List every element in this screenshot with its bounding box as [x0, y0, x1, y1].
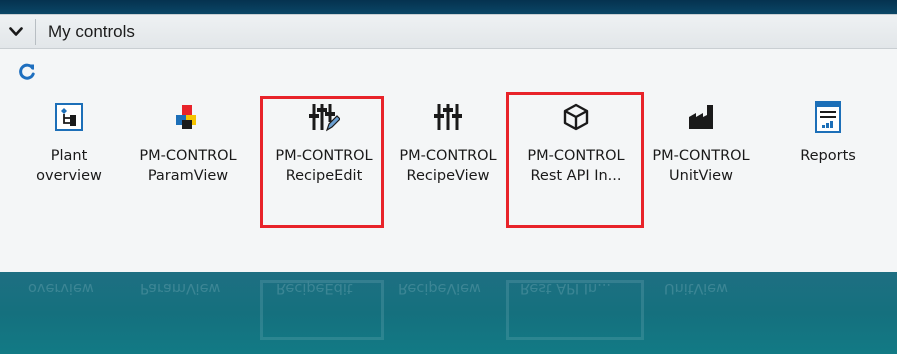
control-plant-overview[interactable]: Plant overview: [28, 93, 110, 241]
control-paramview[interactable]: PM-CONTROL ParamView: [132, 93, 244, 241]
sliders-icon: [432, 101, 464, 133]
cube-icon: [560, 101, 592, 133]
reflection-label: Rest API In...: [520, 280, 612, 296]
control-label: Plant overview: [36, 148, 102, 184]
control-label: PM-CONTROL Rest API In...: [527, 148, 625, 184]
reflection-mirror: overview ParamView RecipeEdit RecipeView…: [0, 272, 897, 354]
panel-header: My controls: [0, 15, 897, 49]
panel-reflection: overview ParamView RecipeEdit RecipeView…: [0, 272, 897, 354]
plant-hierarchy-icon: [53, 101, 85, 133]
control-label: PM-CONTROL RecipeView: [399, 148, 497, 184]
control-label: PM-CONTROL ParamView: [139, 148, 237, 184]
collapse-toggle-button[interactable]: [2, 19, 30, 45]
panel-title: My controls: [48, 22, 135, 41]
report-chart-icon: [812, 101, 844, 133]
reflection-label: RecipeView: [398, 280, 481, 296]
reflection-label: overview: [28, 280, 94, 296]
sliders-edit-icon: [308, 101, 340, 133]
chevron-down-icon: [9, 27, 23, 36]
reflection-label: UnitView: [664, 280, 728, 296]
control-unitview[interactable]: PM-CONTROL UnitView: [642, 93, 760, 241]
my-controls-panel: My controls Plant overview PM-CONTROL Pa…: [0, 14, 897, 272]
window-top-strip: [0, 0, 897, 14]
control-recipeview[interactable]: PM-CONTROL RecipeView: [390, 93, 506, 241]
reflection-label: RecipeEdit: [276, 280, 353, 296]
control-reports[interactable]: Reports: [786, 93, 870, 241]
header-divider: [35, 19, 36, 45]
refresh-button[interactable]: [16, 61, 38, 83]
reflection-label: ParamView: [140, 280, 221, 296]
control-label: PM-CONTROL RecipeEdit: [275, 148, 373, 184]
control-label: Reports: [800, 148, 856, 164]
refresh-icon: [19, 63, 35, 80]
control-recipeedit[interactable]: PM-CONTROL RecipeEdit: [268, 93, 380, 241]
colored-blocks-icon: [172, 101, 204, 133]
control-label: PM-CONTROL UnitView: [652, 148, 750, 184]
control-rest-api[interactable]: PM-CONTROL Rest API In...: [514, 93, 638, 241]
factory-icon: [685, 101, 717, 133]
